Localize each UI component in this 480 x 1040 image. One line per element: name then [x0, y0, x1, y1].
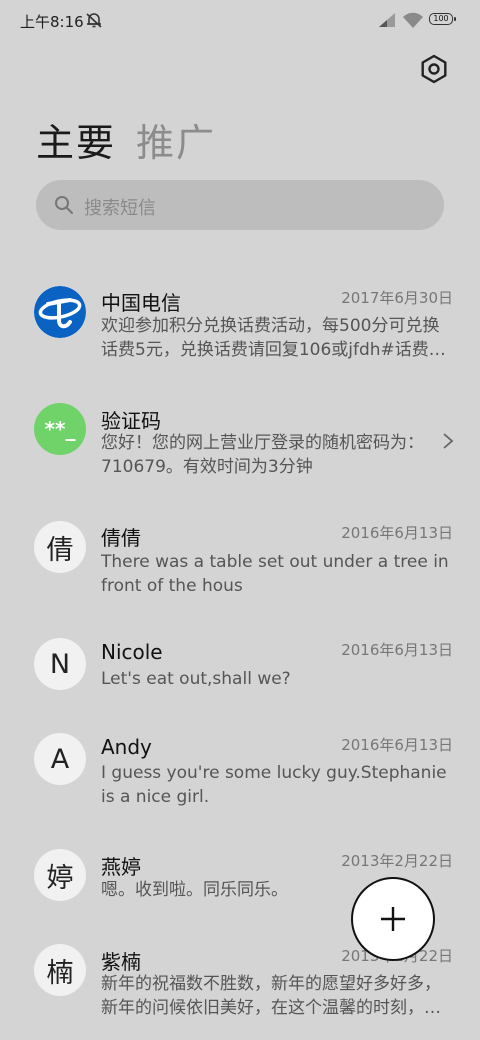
message-preview: 新年的祝福数不胜数，新年的愿望好多好多，新年的问候依旧美好，在这个温馨的时刻，… — [101, 974, 441, 1018]
message-date: 2016年6月13日 — [341, 641, 453, 659]
sender-name: 紫楠 — [101, 950, 141, 974]
cellular-signal-icon — [379, 13, 395, 27]
china-telecom-logo-icon — [34, 286, 86, 338]
message-date: 2016年6月13日 — [341, 736, 453, 754]
message-item[interactable]: 中国电信 2017年6月30日 欢迎参加积分兑换话费活动，每500分可兑换话费5… — [0, 278, 480, 378]
settings-icon[interactable] — [418, 53, 450, 85]
message-date: 2013年2月22日 — [341, 852, 453, 870]
sender-name: 中国电信 — [101, 291, 181, 315]
message-item[interactable]: A Andy 2016年6月13日 I guess you're some lu… — [0, 726, 480, 826]
sender-name: 验证码 — [101, 409, 161, 433]
message-item[interactable]: N Nicole 2016年6月13日 Let's eat out,shall … — [0, 630, 480, 710]
avatar: 倩 — [34, 521, 86, 573]
search-placeholder: 搜索短信 — [84, 198, 156, 219]
message-preview: 您好！您的网上营业厅登录的随机密码为：710679。有效时间为3分钟 — [101, 433, 424, 477]
message-item[interactable]: **_ 验证码 您好！您的网上营业厅登录的随机密码为：710679。有效时间为3… — [0, 396, 480, 496]
message-item[interactable]: 倩 倩倩 2016年6月13日 There was a table set ou… — [0, 513, 480, 613]
new-message-button[interactable] — [351, 877, 435, 961]
avatar: A — [34, 733, 86, 785]
message-preview: 嗯。收到啦。同乐同乐。 — [101, 880, 288, 900]
message-date: 2016年6月13日 — [341, 524, 453, 542]
avatar: N — [34, 638, 86, 690]
status-bar: 上午8:16 100 — [0, 0, 480, 40]
avatar: 楠 — [34, 944, 86, 996]
message-preview: Let's eat out,shall we? — [101, 669, 291, 689]
tab-main[interactable]: 主要 — [36, 112, 116, 167]
sender-name: Nicole — [101, 640, 163, 664]
tab-promo[interactable]: 推广 — [136, 112, 216, 167]
message-preview: I guess you're some lucky guy.Stephanie … — [101, 763, 447, 807]
avatar — [34, 286, 86, 338]
sender-name: Andy — [101, 735, 152, 759]
message-preview: There was a table set out under a tree i… — [101, 552, 449, 596]
wifi-icon — [403, 12, 423, 28]
search-bar[interactable]: 搜索短信 — [36, 180, 444, 230]
sender-name: 倩倩 — [101, 526, 141, 550]
battery-icon: 100 — [429, 13, 456, 25]
search-icon — [55, 196, 73, 214]
notification-muted-icon — [86, 13, 102, 28]
sender-name: 燕婷 — [101, 855, 141, 879]
avatar: 婷 — [34, 849, 86, 901]
message-date: 2017年6月30日 — [341, 289, 453, 307]
plus-icon — [381, 907, 405, 931]
avatar: **_ — [34, 403, 86, 455]
message-preview: 欢迎参加积分兑换话费活动，每500分可兑换话费5元，兑换话费请回复106或jfd… — [101, 316, 446, 360]
chevron-right-icon — [443, 433, 454, 449]
battery-level: 100 — [433, 14, 449, 23]
status-time: 上午8:16 — [20, 13, 84, 31]
